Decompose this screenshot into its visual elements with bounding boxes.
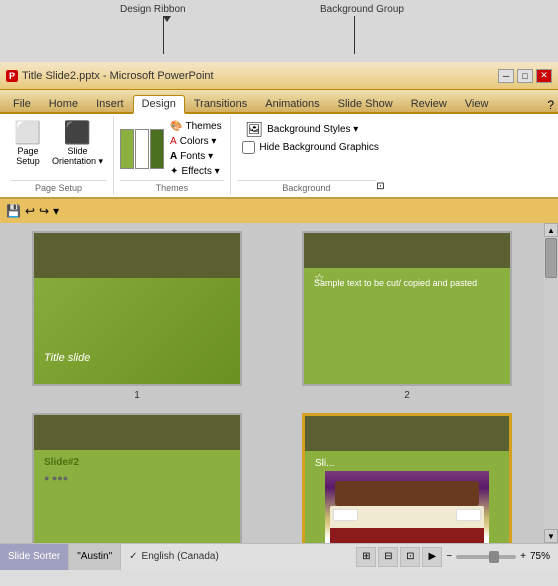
slide-orientation-icon: ⬛: [64, 122, 91, 144]
close-button[interactable]: ✕: [536, 69, 552, 83]
reading-view-button[interactable]: ⊡: [400, 547, 420, 567]
slide-thumb-1[interactable]: Title slide: [32, 231, 242, 386]
scrollbar: ▲ ▼: [544, 223, 558, 543]
tab-view[interactable]: View: [456, 95, 498, 112]
colors-button[interactable]: A Colors ▾: [168, 135, 224, 148]
arrow-bg: [354, 16, 355, 54]
slide-sorter-area: Title slide 1 ☆ Sample text to be cut/ c…: [0, 223, 558, 543]
background-styles-button[interactable]: 🖼 Background Styles ▾: [242, 120, 361, 139]
slide-thumb-3[interactable]: Slide#2 ● ●●●: [32, 413, 242, 543]
status-bar: Slide Sorter "Austin" ✓ English (Canada)…: [0, 543, 558, 569]
status-right: ⊞ ⊟ ⊡ ▶ − + 75%: [356, 547, 558, 567]
quick-access-toolbar: 💾 ↩ ↪ ▾: [0, 199, 558, 223]
title-text: Title Slide2.pptx - Microsoft PowerPoint: [22, 70, 214, 82]
effects-label: Effects ▾: [181, 166, 219, 177]
fonts-button[interactable]: A Fonts ▾: [168, 150, 224, 163]
zoom-slider-thumb[interactable]: [489, 551, 499, 563]
themes-label: Themes: [186, 121, 222, 132]
sorter-view-button[interactable]: ⊟: [378, 547, 398, 567]
zoom-level: 75%: [530, 551, 550, 562]
scrollbar-track: [544, 237, 558, 529]
tab-insert[interactable]: Insert: [87, 95, 133, 112]
ribbon-group-themes: 🎨 Themes A Colors ▾ A Fonts ▾ ✦ Effects …: [114, 116, 231, 195]
slide-container-4: Sli...: [278, 413, 536, 543]
save-icon[interactable]: 💾: [6, 204, 21, 218]
slide4-image: [325, 471, 489, 543]
page-setup-label: PageSetup: [16, 146, 40, 166]
zoom-slider[interactable]: [456, 555, 516, 559]
ribbon-group-page-setup: ⬜ PageSetup ⬛ SlideOrientation ▾ Page Se…: [4, 116, 114, 195]
slide-num-1: 1: [134, 390, 140, 401]
annotation-design-ribbon: Design Ribbon: [120, 4, 186, 15]
colors-label: Colors ▾: [180, 136, 217, 147]
slide4-title: Sli...: [315, 458, 334, 469]
ribbon: ⬜ PageSetup ⬛ SlideOrientation ▾ Page Se…: [0, 114, 558, 199]
slide-container-3: Slide#2 ● ●●● 3: [8, 413, 266, 543]
arrowhead-design: [163, 16, 171, 22]
ribbon-tabs: File Home Insert Design Transitions Anim…: [0, 90, 558, 114]
tab-file[interactable]: File: [4, 95, 40, 112]
effects-button[interactable]: ✦ Effects ▾: [168, 165, 224, 178]
tab-slideshow[interactable]: Slide Show: [329, 95, 402, 112]
tab-review[interactable]: Review: [402, 95, 456, 112]
page-setup-button[interactable]: ⬜ PageSetup: [10, 120, 46, 168]
themes-button[interactable]: 🎨 Themes: [168, 120, 224, 133]
slide-orientation-button[interactable]: ⬛ SlideOrientation ▾: [48, 120, 107, 169]
view-icons: ⊞ ⊟ ⊡ ▶: [356, 547, 442, 567]
slide2-text: Sample text to be cut/ copied and pasted: [314, 278, 477, 288]
themes-preview-boxes[interactable]: [120, 129, 164, 169]
slide-container-1: Title slide 1: [8, 231, 266, 401]
slide-num-2: 2: [404, 390, 410, 401]
slide-sorter-view-button[interactable]: Slide Sorter: [0, 544, 69, 570]
annotation-background-group: Background Group: [320, 4, 404, 15]
themes-icon: 🎨: [170, 121, 182, 132]
undo-icon[interactable]: ↩: [25, 204, 35, 218]
zoom-in-button[interactable]: +: [520, 551, 526, 562]
help-icon[interactable]: ?: [547, 98, 554, 112]
scrollbar-thumb[interactable]: [545, 238, 557, 278]
page-setup-group-label: Page Setup: [10, 180, 107, 193]
background-styles-icon: 🖼: [245, 121, 263, 138]
slide-sorter: Title slide 1 ☆ Sample text to be cut/ c…: [0, 223, 544, 543]
themes-group-label: Themes: [120, 180, 224, 193]
zoom-bar: − + 75%: [446, 551, 550, 562]
pp-icon: P: [6, 70, 18, 82]
tab-design[interactable]: Design: [133, 95, 185, 114]
slide3-bullets: ● ●●●: [44, 473, 68, 483]
fonts-label: Fonts ▾: [180, 151, 213, 162]
quick-access-arrow[interactable]: ▾: [53, 204, 59, 218]
redo-icon[interactable]: ↪: [39, 204, 49, 218]
slide-orientation-label: SlideOrientation ▾: [52, 146, 103, 167]
background-group-label: Background: [237, 180, 377, 193]
tab-transitions[interactable]: Transitions: [185, 95, 256, 112]
page-setup-icon: ⬜: [14, 122, 41, 144]
slide-thumb-2[interactable]: ☆ Sample text to be cut/ copied and past…: [302, 231, 512, 386]
tab-home[interactable]: Home: [40, 95, 87, 112]
slide1-title: Title slide: [44, 352, 90, 364]
restore-button[interactable]: □: [517, 69, 533, 83]
scrollbar-up-button[interactable]: ▲: [544, 223, 558, 237]
slideshow-view-button[interactable]: ▶: [422, 547, 442, 567]
language-indicator: ✓ English (Canada): [121, 551, 227, 562]
spell-check-icon[interactable]: ✓: [129, 551, 137, 562]
slide-thumb-4[interactable]: Sli...: [302, 413, 512, 543]
zoom-out-button[interactable]: −: [446, 551, 452, 562]
title-bar: P Title Slide2.pptx - Microsoft PowerPoi…: [0, 62, 558, 90]
scrollbar-down-button[interactable]: ▼: [544, 529, 558, 543]
language-label: English (Canada): [142, 551, 219, 562]
slide-container-2: ☆ Sample text to be cut/ copied and past…: [278, 231, 536, 401]
normal-view-button[interactable]: ⊞: [356, 547, 376, 567]
hide-background-checkbox[interactable]: [242, 141, 255, 154]
slide-sorter-main: Title slide 1 ☆ Sample text to be cut/ c…: [0, 223, 544, 543]
austin-theme-button[interactable]: "Austin": [69, 544, 121, 570]
slide3-title: Slide#2: [44, 457, 79, 468]
ribbon-group-background: 🖼 Background Styles ▾ Hide Background Gr…: [231, 116, 391, 195]
hide-background-row: Hide Background Graphics: [242, 141, 379, 154]
background-expand-icon[interactable]: ⊡: [376, 181, 384, 192]
status-left: Slide Sorter "Austin" ✓ English (Canada): [0, 544, 227, 570]
background-styles-label: Background Styles ▾: [267, 124, 358, 135]
hide-background-label: Hide Background Graphics: [259, 142, 379, 153]
minimize-button[interactable]: ─: [498, 69, 514, 83]
tab-animations[interactable]: Animations: [256, 95, 328, 112]
